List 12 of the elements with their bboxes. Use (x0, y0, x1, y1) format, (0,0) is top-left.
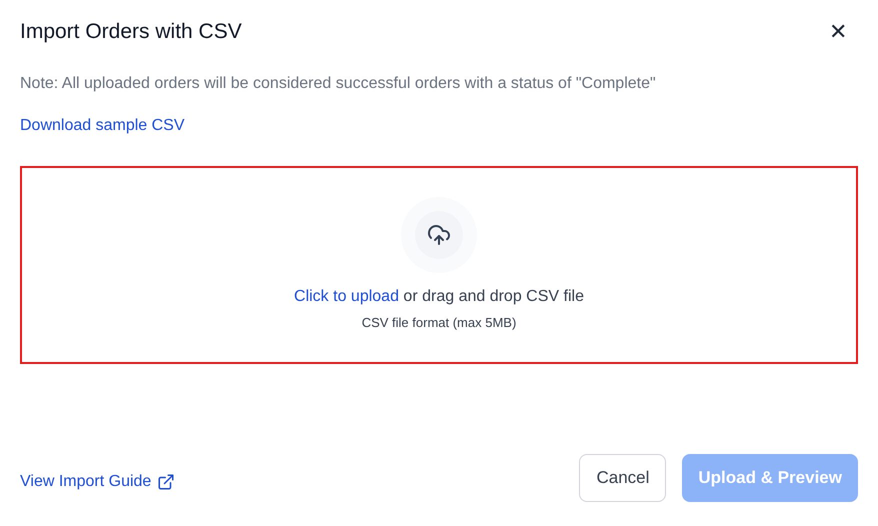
note-text: Note: All uploaded orders will be considered successful orders with a status of "Complete" (20, 74, 657, 94)
drop-text: or drag and drop CSV file (403, 288, 584, 305)
import-guide-link[interactable]: View Import Guide (20, 470, 176, 494)
upload-icon (427, 222, 451, 247)
cancel-button[interactable]: Cancel (579, 454, 666, 502)
dialog-title: Import Orders with CSV (20, 19, 242, 45)
external-link-icon (157, 473, 176, 491)
dropzone[interactable]: Click to upload or drag and drop CSV file CSV file format (max 5MB) (20, 166, 858, 364)
download-link[interactable]: Download sample CSV (20, 114, 185, 138)
close-button[interactable]: ✕ (826, 20, 850, 44)
file-format-hint: CSV file format (max 5MB) (362, 314, 516, 332)
upload-link[interactable]: Click to upload (294, 288, 399, 305)
